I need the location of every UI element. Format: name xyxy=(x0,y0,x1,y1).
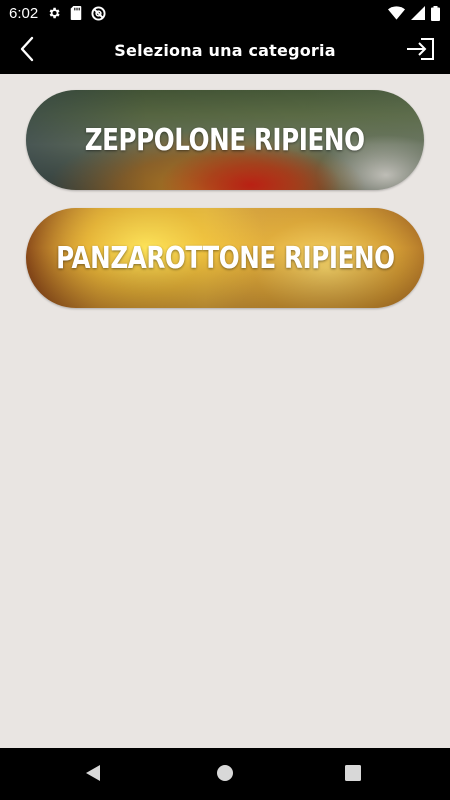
gear-icon xyxy=(47,6,61,20)
category-list: ZEPPOLONE RIPIENO PANZAROTTONE RIPIENO xyxy=(0,74,450,748)
status-bar: 6:02 xyxy=(0,0,450,26)
status-left: 6:02 xyxy=(9,5,106,22)
category-label: PANZAROTTONE RIPIENO xyxy=(55,240,395,276)
login-arrow-icon xyxy=(405,37,435,65)
nav-back-button[interactable] xyxy=(84,764,102,786)
chevron-left-icon xyxy=(19,36,35,66)
nav-home-button[interactable] xyxy=(216,764,234,786)
login-button[interactable] xyxy=(402,34,438,68)
app-bar: Seleziona una categoria xyxy=(0,26,450,74)
signal-icon xyxy=(411,6,425,20)
data-saver-icon xyxy=(91,5,106,21)
category-zeppolone-ripieno[interactable]: ZEPPOLONE RIPIENO xyxy=(26,90,424,190)
wifi-icon xyxy=(388,6,405,20)
recents-square-icon xyxy=(344,764,362,786)
category-panzarottone-ripieno[interactable]: PANZAROTTONE RIPIENO xyxy=(26,208,424,308)
back-triangle-icon xyxy=(84,764,102,786)
home-circle-icon xyxy=(216,764,234,786)
sd-card-icon xyxy=(70,6,82,20)
system-nav-bar xyxy=(0,748,450,800)
status-time: 6:02 xyxy=(9,4,39,22)
page-title: Seleziona una categoria xyxy=(114,40,336,60)
nav-recents-button[interactable] xyxy=(344,764,362,786)
category-label: ZEPPOLONE RIPIENO xyxy=(85,122,365,158)
status-right xyxy=(388,5,440,21)
battery-icon xyxy=(431,5,440,21)
back-button[interactable] xyxy=(10,34,44,68)
